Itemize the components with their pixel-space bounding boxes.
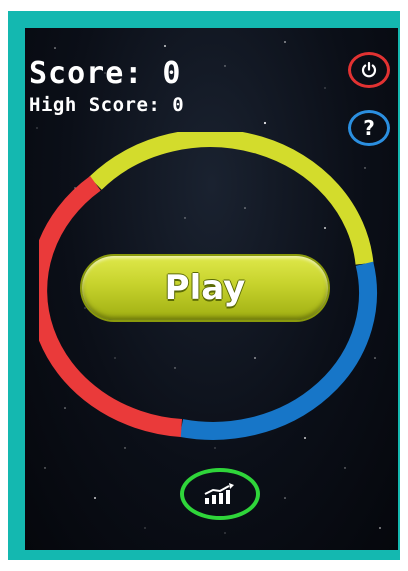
stats-button[interactable] <box>180 468 260 520</box>
play-label: Play <box>164 268 246 308</box>
device-frame: Score: 0 High Score: 0 ? Play <box>8 11 400 560</box>
play-button[interactable]: Play <box>82 256 328 320</box>
score-label: Score: 0 <box>29 56 182 91</box>
power-button[interactable] <box>348 52 390 88</box>
high-score-label: High Score: 0 <box>29 94 185 116</box>
power-icon <box>361 61 377 78</box>
stats-chart-icon <box>204 483 234 504</box>
ring-segment-yellow <box>89 132 374 265</box>
game-screen: Score: 0 High Score: 0 ? Play <box>25 28 398 550</box>
